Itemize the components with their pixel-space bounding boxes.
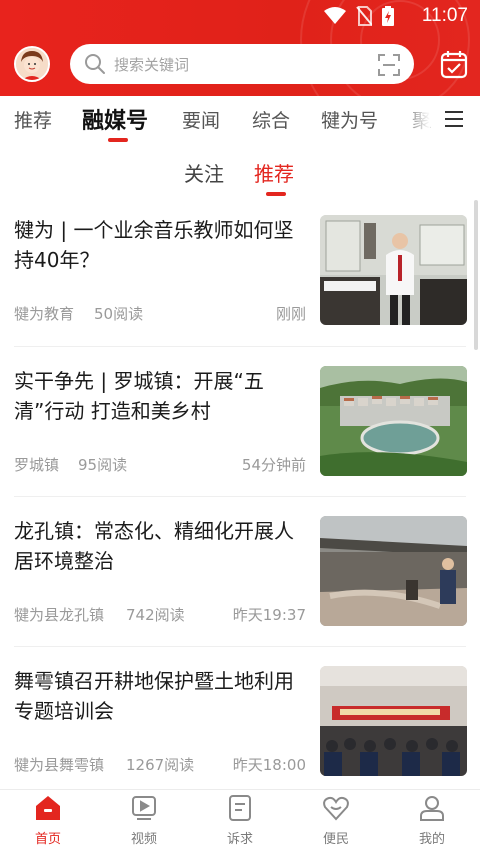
status-bar: 11:07 xyxy=(0,0,480,32)
nav-home-label: 首页 xyxy=(34,832,61,847)
channel-tab-headlines[interactable]: 要闻 xyxy=(182,106,220,133)
menu-icon[interactable] xyxy=(444,110,464,132)
header-bar: 11:07 搜索关键词 xyxy=(0,0,480,96)
article-reads: 50阅读 xyxy=(94,305,144,323)
article-time: 昨天19:37 xyxy=(232,606,306,624)
nav-home[interactable]: 首页 xyxy=(0,794,96,847)
calendar-check-icon[interactable] xyxy=(440,49,468,83)
active-channel-indicator xyxy=(108,138,128,142)
nav-profile-label: 我的 xyxy=(418,832,445,847)
article-item[interactable]: 犍为 | 一个业余音乐教师如何坚持40年？ 犍为教育 50阅读 刚刚 xyxy=(0,215,480,365)
nav-video[interactable]: 视频 xyxy=(96,794,192,847)
scan-icon[interactable] xyxy=(378,54,400,80)
nav-video-label: 视频 xyxy=(130,832,157,847)
article-source: 犍为教育 xyxy=(14,305,75,323)
article-title: 龙孔镇：常态化、精细化开展人居环境整治 xyxy=(14,519,294,573)
subtab-follow[interactable]: 关注 xyxy=(184,158,224,187)
search-bar[interactable]: 搜索关键词 xyxy=(70,44,414,84)
nav-profile[interactable]: 我的 xyxy=(384,794,480,847)
article-source: 罗城镇 xyxy=(14,456,60,474)
divider xyxy=(14,346,466,347)
heart-icon xyxy=(288,794,384,826)
article-thumbnail xyxy=(320,366,467,476)
article-title: 舞雩镇召开耕地保护暨土地利用专题培训会 xyxy=(14,669,294,723)
article-thumbnail xyxy=(320,215,467,325)
article-thumbnail xyxy=(320,666,467,776)
user-avatar[interactable] xyxy=(14,46,50,82)
article-item[interactable]: 实干争先 | 罗城镇：开展“五清”行动 打造和美乡村 罗城镇 95阅读 54分钟… xyxy=(0,366,480,516)
article-reads: 742阅读 xyxy=(126,606,185,624)
appeal-icon xyxy=(192,794,288,826)
article-time: 54分钟前 xyxy=(241,456,306,474)
article-thumbnail xyxy=(320,516,467,626)
bottom-navigation: 首页 视频 诉求 便民 我的 xyxy=(0,790,480,853)
channel-tab-general[interactable]: 综合 xyxy=(252,106,290,133)
wifi-icon xyxy=(324,7,346,29)
home-icon xyxy=(0,794,96,826)
app-screen: 11:07 搜索关键词 推荐 融媒号 要闻 综合 犍为号 关注 推荐 犍为 | … xyxy=(0,0,480,853)
divider xyxy=(14,496,466,497)
channel-tab-media[interactable]: 融媒号 xyxy=(82,103,148,135)
channel-tab-recommend[interactable]: 推荐 xyxy=(14,106,52,133)
search-placeholder: 搜索关键词 xyxy=(114,56,190,74)
scroll-indicator[interactable] xyxy=(474,200,478,350)
no-sim-icon xyxy=(356,6,373,30)
status-time: 11:07 xyxy=(421,5,468,26)
article-source: 犍为县舞雩镇 xyxy=(14,756,105,774)
active-subtab-indicator xyxy=(266,192,286,196)
nav-convenience-label: 便民 xyxy=(322,832,349,847)
channel-tab-qianwei[interactable]: 犍为号 xyxy=(321,106,378,133)
profile-icon xyxy=(384,794,480,826)
nav-appeal-label: 诉求 xyxy=(226,832,253,847)
article-reads: 95阅读 xyxy=(78,456,128,474)
battery-charging-icon xyxy=(382,6,394,30)
article-time: 昨天18:00 xyxy=(232,756,306,774)
article-time: 刚刚 xyxy=(275,305,306,323)
divider xyxy=(14,646,466,647)
video-icon xyxy=(96,794,192,826)
article-source: 犍为县龙孔镇 xyxy=(14,606,105,624)
search-icon xyxy=(84,53,106,79)
article-title: 实干争先 | 罗城镇：开展“五清”行动 打造和美乡村 xyxy=(14,369,264,423)
article-item[interactable]: 龙孔镇：常态化、精细化开展人居环境整治 犍为县龙孔镇 742阅读 昨天19:37 xyxy=(0,516,480,666)
nav-appeal[interactable]: 诉求 xyxy=(192,794,288,847)
subtab-recommend[interactable]: 推荐 xyxy=(254,158,294,187)
article-reads: 1267阅读 xyxy=(126,756,195,774)
nav-convenience[interactable]: 便民 xyxy=(288,794,384,847)
channel-fade xyxy=(400,96,430,146)
article-title: 犍为 | 一个业余音乐教师如何坚持40年？ xyxy=(14,218,294,272)
